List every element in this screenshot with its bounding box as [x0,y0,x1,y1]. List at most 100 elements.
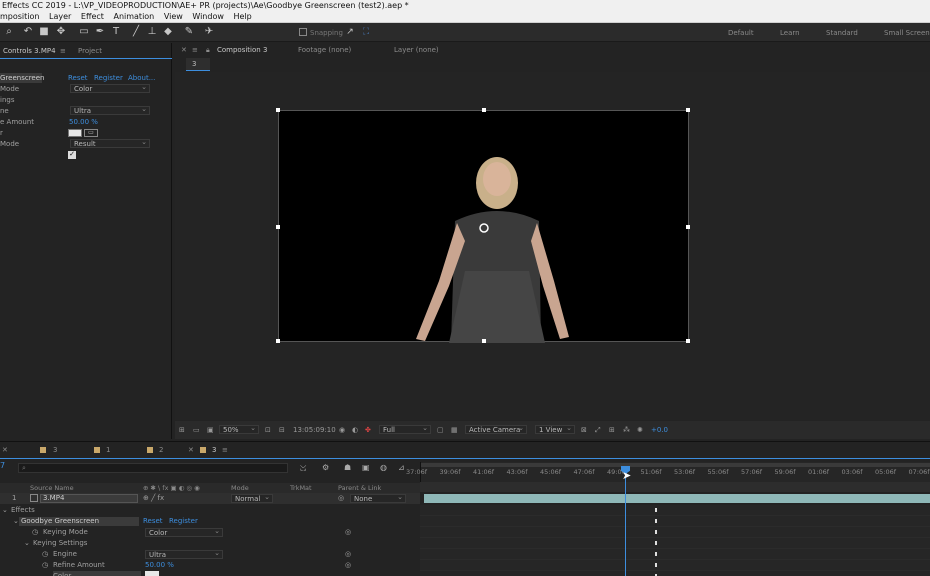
flowchart-icon[interactable]: ⁂ [623,421,630,439]
expression-pickwhip-icon[interactable]: ◎ [345,549,351,560]
layer-mode-dropdown[interactable]: Normal [231,493,273,503]
preview-monitor-icon[interactable]: ▭ [193,421,200,439]
lock-icon[interactable]: 🔒︎ [206,43,210,57]
twirl-down-icon[interactable]: ⌄ [13,516,19,527]
color-swatch[interactable] [68,129,82,137]
snapshot-icon[interactable]: ◉ [339,421,345,439]
effect-row[interactable]: ⌄ Goodbye Greenscreen Reset Register [0,516,420,527]
layer-duration-bar[interactable] [424,494,930,503]
timeline-tab-1[interactable]: 1 [106,443,110,457]
workspace-learn[interactable]: Learn [780,29,800,37]
motion-blur-icon[interactable]: ◍ [380,463,387,472]
column-parent[interactable]: Parent & Link [338,483,381,493]
rectangle-tool-icon[interactable]: ▭ [78,26,90,38]
property-group-row[interactable]: ⌄ Keying Settings [0,538,420,549]
fast-previews-icon[interactable]: ⤢ [595,421,601,439]
snapping-checkbox[interactable] [299,28,307,36]
panel-menu-icon[interactable]: ≡ [192,43,198,57]
pickwhip-icon[interactable]: ◎ [338,493,344,504]
composition-frame[interactable] [276,108,690,343]
color-swatch-timeline[interactable] [145,571,159,576]
zoom-tool-icon[interactable]: ⌕ [3,26,15,38]
menu-view[interactable]: View [164,12,183,21]
expression-pickwhip-icon[interactable]: ◎ [345,527,351,538]
timeline-effect-name[interactable]: Goodbye Greenscreen [19,517,139,526]
effects-group-row[interactable]: ⌄ Effects [0,505,420,516]
menu-window[interactable]: Window [192,12,224,21]
layer-parent-dropdown[interactable]: None [350,493,406,503]
column-mode[interactable]: Mode [231,483,249,493]
clone-stamp-tool-icon[interactable]: ⊥ [146,26,158,38]
keying-mode-dropdown[interactable]: Color [70,83,150,93]
layer-row[interactable]: 1 3.MP4 ⊕ ╱ fx Normal ◎ None [0,493,420,504]
show-snapshot-icon[interactable]: ◐ [352,421,358,439]
stopwatch-icon[interactable]: ◷ [32,527,38,538]
keyframe-markers[interactable] [655,508,657,576]
menu-help[interactable]: Help [233,12,251,21]
panel-close-icon[interactable]: ✕ [181,43,187,57]
camera-dropdown[interactable]: Active Camera [465,424,527,434]
playhead-line[interactable] [625,466,626,576]
pen-tool-icon[interactable]: ✒ [94,26,106,38]
transform-handle-b[interactable] [482,339,486,343]
transform-handle-br[interactable] [686,339,690,343]
snap-options-icon[interactable]: ⛶ [360,26,372,38]
current-time[interactable]: 7 [0,461,5,470]
workspace-standard[interactable]: Standard [826,29,858,37]
channel-icon[interactable]: ✤ [365,421,371,439]
resolution-dropdown[interactable]: Full [379,424,431,434]
layer-search-input[interactable]: ⌕ [18,463,288,473]
workspace-small-screen[interactable]: Small Screen [884,29,930,37]
property-row[interactable]: ◷ Keying Mode Color ◎ [0,527,420,538]
transform-handle-r[interactable] [686,225,690,229]
transform-handle-tl[interactable] [276,108,280,112]
menu-composition[interactable]: mposition [0,12,39,21]
panel-menu-icon[interactable]: ≡ [60,44,66,58]
stopwatch-icon[interactable]: ◷ [42,560,48,571]
column-source-name[interactable]: Source Name [30,483,74,493]
output-mode-dropdown[interactable]: Result [70,138,150,148]
effect-about-link[interactable]: About... [128,73,155,83]
twirl-down-icon[interactable]: ⌄ [2,505,8,516]
eraser-tool-icon[interactable]: ◆ [162,26,174,38]
camera-tool-icon[interactable]: ■ [38,26,50,38]
property-row[interactable]: ◷ Engine Ultra ◎ [0,549,420,560]
current-time-display[interactable]: 13:05:09:10 [293,421,336,439]
brush-tool-icon[interactable]: ╱ [130,26,142,38]
workspace-default[interactable]: Default [728,29,754,37]
graph-editor-icon[interactable]: ⊿ [398,463,405,472]
twirl-down-icon[interactable]: ⌄ [24,538,30,549]
transform-handle-t[interactable] [482,108,486,112]
zoom-dropdown[interactable]: 50% [219,424,259,434]
comp-subtab[interactable]: 3 [186,58,210,71]
type-tool-icon[interactable]: T [110,26,122,38]
exposure-icon[interactable]: ✺ [637,421,643,439]
effect-reset-link[interactable]: Reset [68,73,88,83]
menu-animation[interactable]: Animation [113,12,154,21]
pan-behind-tool-icon[interactable]: ✥ [55,26,67,38]
timeline-icon[interactable]: ⊞ [609,421,615,439]
draft-3d-icon[interactable]: ⚙ [322,463,329,472]
shy-layers-icon[interactable]: ☗ [344,463,351,472]
exposure-value[interactable]: +0.0 [651,421,668,439]
tab-footage[interactable]: Footage (none) [298,43,351,57]
menu-effect[interactable]: Effect [81,12,104,21]
timeline-tab-3[interactable]: 3 [53,443,57,457]
tab-effect-controls[interactable]: Controls 3.MP4 [3,44,56,58]
transform-handle-l[interactable] [276,225,280,229]
tab-layer[interactable]: Layer (none) [394,43,439,57]
property-row[interactable]: ◷ Refine Amount 50.00 % ◎ [0,560,420,571]
effect-name[interactable]: Greenscreen [0,73,44,83]
always-preview-icon[interactable]: ⊞ [179,421,185,439]
timeline-effect-reset[interactable]: Reset [143,516,163,527]
timeline-tab-2[interactable]: 2 [159,443,163,457]
menu-layer[interactable]: Layer [49,12,71,21]
puppet-tool-icon[interactable]: ✈ [203,26,215,38]
refine-amount-value[interactable]: 50.00 % [69,117,98,127]
effect-register-link[interactable]: Register [94,73,123,83]
frame-blending-icon[interactable]: ▣ [362,463,370,472]
engine-timeline-dropdown[interactable]: Ultra [145,549,223,559]
tab-project[interactable]: Project [78,44,102,58]
panel-close-icon[interactable]: ✕ [188,443,194,457]
column-trkmat[interactable]: TrkMat [290,483,312,493]
